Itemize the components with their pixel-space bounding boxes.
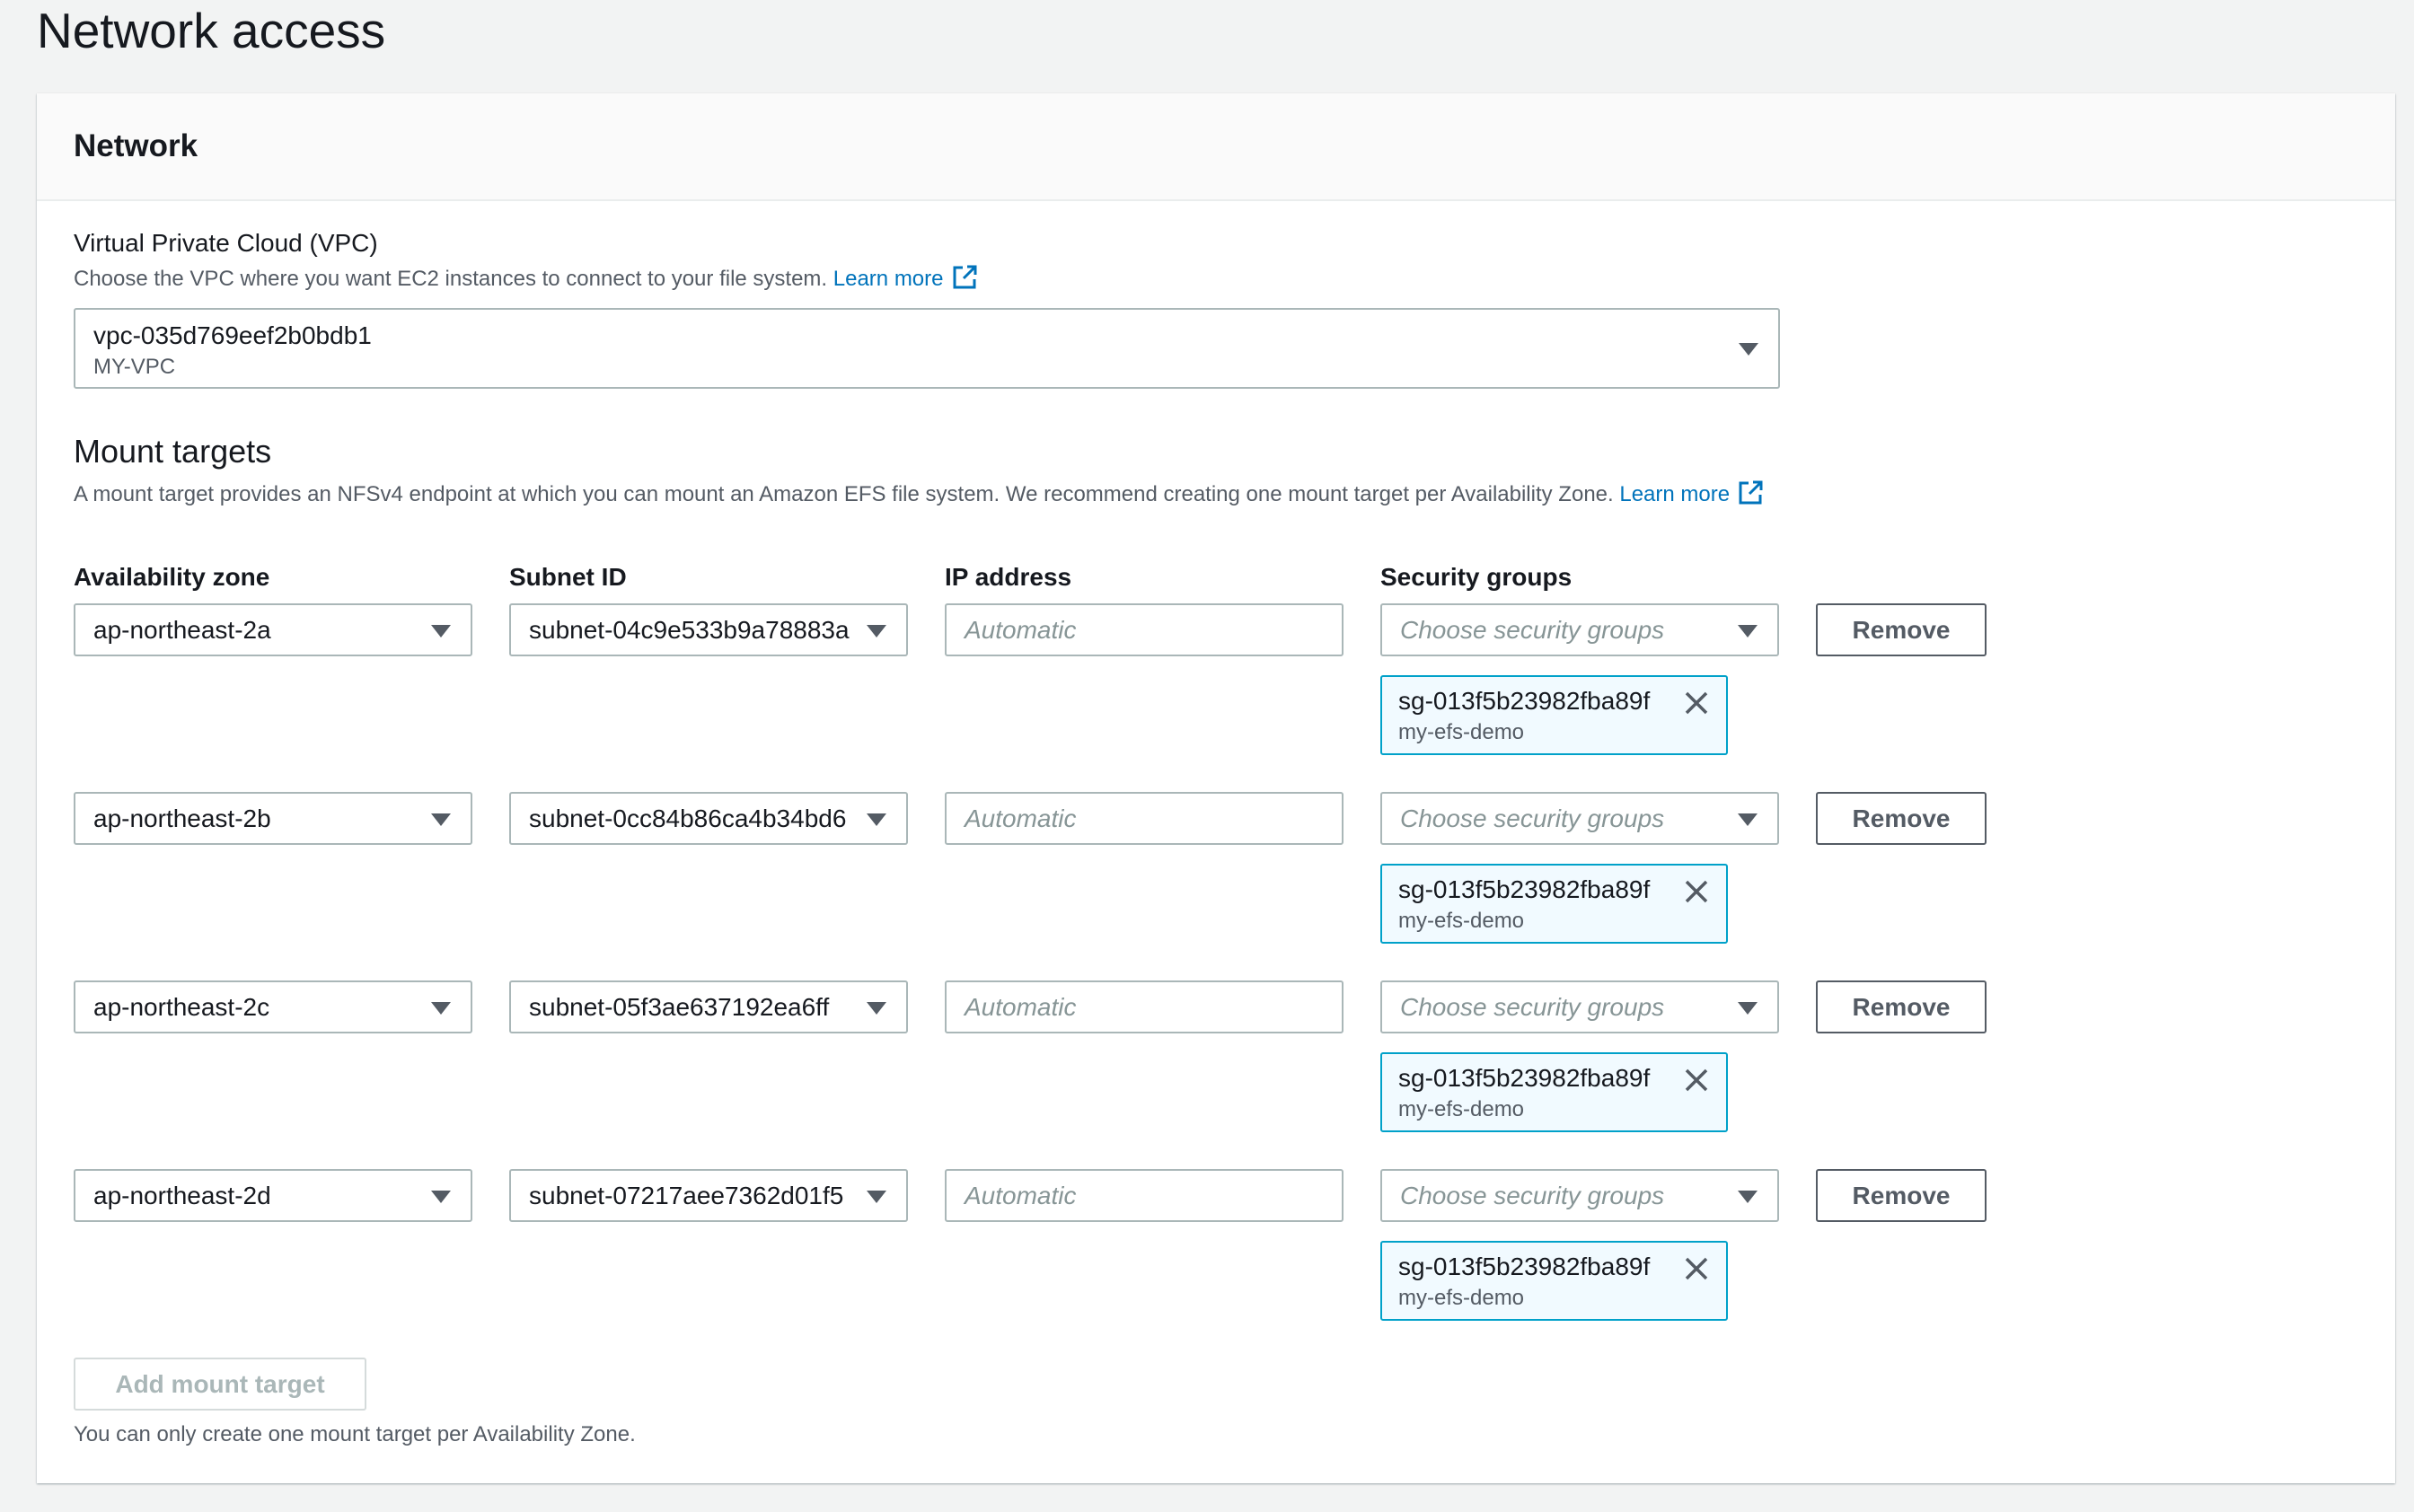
close-icon[interactable] xyxy=(1683,878,1710,905)
caret-down-icon xyxy=(1738,813,1758,826)
caret-down-icon xyxy=(867,1191,886,1203)
ip-address-placeholder: Automatic xyxy=(965,615,1077,644)
external-link-icon xyxy=(1739,480,1763,505)
remove-mount-target-button[interactable]: Remove xyxy=(1816,603,1987,656)
security-groups-select[interactable]: Choose security groups xyxy=(1380,603,1779,656)
caret-down-icon xyxy=(867,1002,886,1015)
column-availability-zone: Availability zone xyxy=(74,563,270,591)
add-mount-target-button[interactable]: Add mount target xyxy=(74,1358,366,1411)
availability-zone-select[interactable]: ap-northeast-2d xyxy=(74,1169,472,1222)
security-groups-placeholder: Choose security groups xyxy=(1400,615,1665,644)
ip-address-input[interactable]: Automatic xyxy=(945,980,1344,1033)
panel-header: Network xyxy=(37,93,2395,201)
security-groups-select[interactable]: Choose security groups xyxy=(1380,980,1779,1033)
availability-zone-value: ap-northeast-2d xyxy=(93,1181,271,1209)
close-icon[interactable] xyxy=(1683,690,1710,716)
mount-targets-title: Mount targets xyxy=(74,433,272,470)
vpc-selected-name: MY-VPC xyxy=(93,355,176,379)
security-groups-select[interactable]: Choose security groups xyxy=(1380,1169,1779,1222)
subnet-value: subnet-0cc84b86ca4b34bd6 xyxy=(529,804,847,832)
vpc-description-text: Choose the VPC where you want EC2 instan… xyxy=(74,267,828,291)
panel-title: Network xyxy=(74,128,198,163)
caret-down-icon xyxy=(1739,343,1758,356)
vpc-select[interactable]: vpc-035d769eef2b0bdb1 MY-VPC xyxy=(74,308,1780,389)
caret-down-icon xyxy=(867,813,886,826)
vpc-learn-more-label: Learn more xyxy=(833,267,944,291)
availability-zone-value: ap-northeast-2b xyxy=(93,804,271,832)
security-group-name: my-efs-demo xyxy=(1398,909,1525,933)
availability-zone-select[interactable]: ap-northeast-2b xyxy=(74,792,472,845)
vpc-selected-id: vpc-035d769eef2b0bdb1 xyxy=(93,321,372,349)
security-groups-select[interactable]: Choose security groups xyxy=(1380,792,1779,845)
subnet-value: subnet-07217aee7362d01f5 xyxy=(529,1181,844,1209)
security-group-token: sg-013f5b23982fba89f my-efs-demo xyxy=(1380,1241,1728,1321)
mount-targets-description: A mount target provides an NFSv4 endpoin… xyxy=(74,479,1764,508)
vpc-description: Choose the VPC where you want EC2 instan… xyxy=(74,264,978,293)
caret-down-icon xyxy=(1738,1191,1758,1203)
security-group-token: sg-013f5b23982fba89f my-efs-demo xyxy=(1380,675,1728,755)
ip-address-input[interactable]: Automatic xyxy=(945,1169,1344,1222)
external-link-icon xyxy=(953,265,976,289)
subnet-select[interactable]: subnet-04c9e533b9a78883a xyxy=(509,603,908,656)
caret-down-icon xyxy=(431,625,451,637)
security-groups-placeholder: Choose security groups xyxy=(1400,992,1665,1021)
mount-targets-description-text: A mount target provides an NFSv4 endpoin… xyxy=(74,482,1614,506)
column-security-groups: Security groups xyxy=(1380,563,1573,591)
add-mount-target-hint: You can only create one mount target per… xyxy=(74,1422,636,1446)
remove-mount-target-button[interactable]: Remove xyxy=(1816,1169,1987,1222)
column-subnet-id: Subnet ID xyxy=(509,563,627,591)
column-ip-address: IP address xyxy=(945,563,1072,591)
subnet-value: subnet-04c9e533b9a78883a xyxy=(529,615,850,644)
mount-targets-learn-more-link[interactable]: Learn more xyxy=(1619,480,1764,506)
security-group-name: my-efs-demo xyxy=(1398,1097,1525,1121)
security-group-id: sg-013f5b23982fba89f xyxy=(1398,1253,1651,1280)
subnet-select[interactable]: subnet-05f3ae637192ea6ff xyxy=(509,980,908,1033)
network-panel: Network Virtual Private Cloud (VPC) Choo… xyxy=(37,93,2395,1483)
vpc-label: Virtual Private Cloud (VPC) xyxy=(74,229,378,257)
caret-down-icon xyxy=(431,1002,451,1015)
security-group-id: sg-013f5b23982fba89f xyxy=(1398,1064,1651,1092)
ip-address-input[interactable]: Automatic xyxy=(945,603,1344,656)
ip-address-placeholder: Automatic xyxy=(965,1181,1077,1209)
availability-zone-value: ap-northeast-2c xyxy=(93,992,270,1021)
vpc-learn-more-link[interactable]: Learn more xyxy=(833,265,978,291)
mount-targets-learn-more-label: Learn more xyxy=(1619,482,1731,506)
subnet-value: subnet-05f3ae637192ea6ff xyxy=(529,992,830,1021)
availability-zone-select[interactable]: ap-northeast-2a xyxy=(74,603,472,656)
subnet-select[interactable]: subnet-07217aee7362d01f5 xyxy=(509,1169,908,1222)
caret-down-icon xyxy=(431,1191,451,1203)
subnet-select[interactable]: subnet-0cc84b86ca4b34bd6 xyxy=(509,792,908,845)
remove-mount-target-button[interactable]: Remove xyxy=(1816,980,1987,1033)
remove-mount-target-button[interactable]: Remove xyxy=(1816,792,1987,845)
ip-address-input[interactable]: Automatic xyxy=(945,792,1344,845)
caret-down-icon xyxy=(867,625,886,637)
ip-address-placeholder: Automatic xyxy=(965,992,1077,1021)
security-groups-placeholder: Choose security groups xyxy=(1400,804,1665,832)
page-title: Network access xyxy=(37,3,386,58)
caret-down-icon xyxy=(1738,1002,1758,1015)
close-icon[interactable] xyxy=(1683,1255,1710,1282)
security-group-token: sg-013f5b23982fba89f my-efs-demo xyxy=(1380,1052,1728,1132)
caret-down-icon xyxy=(1738,625,1758,637)
security-groups-placeholder: Choose security groups xyxy=(1400,1181,1665,1209)
availability-zone-select[interactable]: ap-northeast-2c xyxy=(74,980,472,1033)
security-group-name: my-efs-demo xyxy=(1398,1286,1525,1310)
ip-address-placeholder: Automatic xyxy=(965,804,1077,832)
security-group-name: my-efs-demo xyxy=(1398,720,1525,744)
security-group-id: sg-013f5b23982fba89f xyxy=(1398,687,1651,715)
security-group-id: sg-013f5b23982fba89f xyxy=(1398,875,1651,903)
availability-zone-value: ap-northeast-2a xyxy=(93,615,271,644)
security-group-token: sg-013f5b23982fba89f my-efs-demo xyxy=(1380,864,1728,944)
close-icon[interactable] xyxy=(1683,1067,1710,1094)
caret-down-icon xyxy=(431,813,451,826)
